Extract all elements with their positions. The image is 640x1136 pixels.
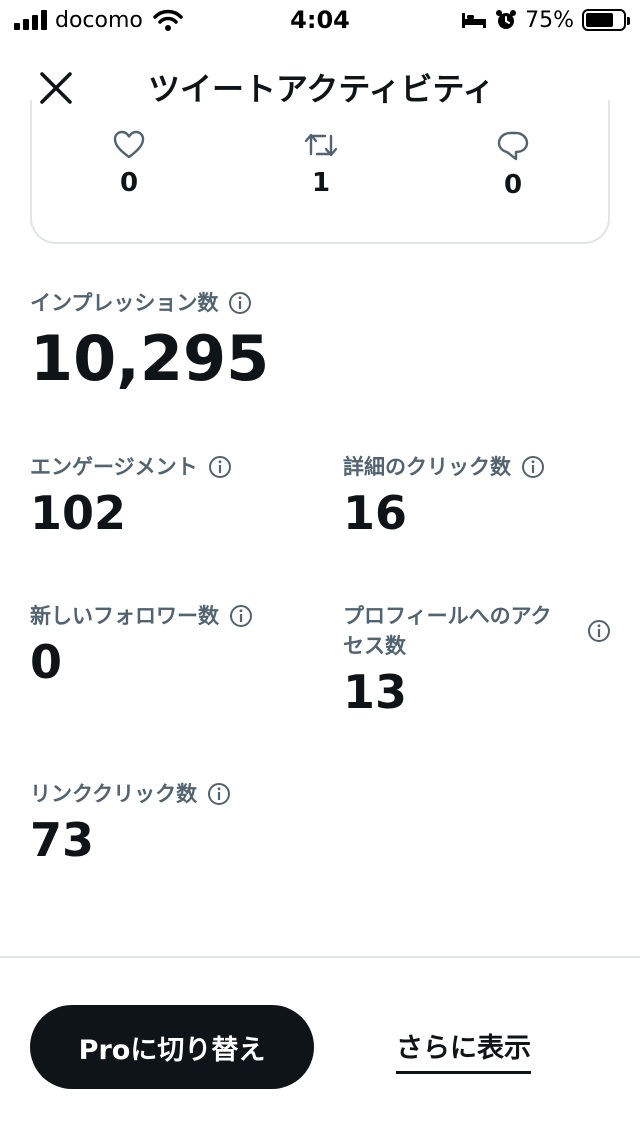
link-clicks-stat: リンククリック数 73 bbox=[30, 779, 231, 863]
info-icon[interactable] bbox=[207, 782, 231, 806]
engagements-label-row: エンゲージメント bbox=[30, 452, 232, 482]
alarm-icon bbox=[496, 10, 517, 29]
new-followers-stat: 新しいフォロワー数 0 bbox=[30, 601, 253, 685]
switch-to-pro-button[interactable]: Proに切り替え bbox=[30, 1005, 314, 1089]
battery-percent: 75% bbox=[525, 7, 574, 33]
replies-metric: 0 bbox=[453, 130, 573, 200]
profile-visits-label-line2: セス数 bbox=[343, 634, 406, 658]
impressions-stat: インプレッション数 10,295 bbox=[30, 288, 269, 390]
bed-icon bbox=[462, 13, 487, 28]
profile-visits-label-row: プロフィールへのアク セス数 bbox=[343, 601, 611, 661]
link-clicks-label-row: リンククリック数 bbox=[30, 779, 231, 809]
impressions-label: インプレッション数 bbox=[30, 291, 219, 315]
retweet-icon bbox=[304, 133, 338, 157]
show-more-link[interactable]: さらに表示 bbox=[396, 1026, 531, 1074]
likes-count: 0 bbox=[119, 168, 139, 198]
status-right: 75% bbox=[461, 6, 630, 34]
battery-icon bbox=[582, 9, 630, 31]
info-icon[interactable] bbox=[208, 455, 232, 479]
retweets-metric: 1 bbox=[261, 130, 381, 198]
footer-divider bbox=[0, 956, 640, 958]
profile-visits-stat: プロフィールへのアク セス数 13 bbox=[343, 601, 611, 715]
profile-visits-value: 13 bbox=[343, 665, 408, 719]
link-clicks-label: リンククリック数 bbox=[30, 782, 198, 806]
detail-clicks-label-row: 詳細のクリック数 bbox=[343, 452, 545, 482]
heart-icon bbox=[113, 130, 145, 159]
engagement-card: 0 1 0 bbox=[30, 100, 610, 244]
engagements-stat: エンゲージメント 102 bbox=[30, 452, 232, 536]
retweets-count: 1 bbox=[311, 168, 331, 198]
info-icon[interactable] bbox=[587, 619, 611, 643]
status-bar: docomo 4:04 75% bbox=[0, 0, 640, 40]
info-icon[interactable] bbox=[521, 455, 545, 479]
impressions-label-row: インプレッション数 bbox=[30, 288, 269, 318]
profile-visits-label: プロフィールへのアク セス数 bbox=[343, 601, 577, 661]
engagements-value: 102 bbox=[30, 486, 127, 540]
detail-clicks-value: 16 bbox=[343, 486, 408, 540]
impressions-value: 10,295 bbox=[30, 322, 270, 395]
engagements-label: エンゲージメント bbox=[30, 455, 198, 479]
info-icon[interactable] bbox=[228, 291, 252, 315]
detail-clicks-stat: 詳細のクリック数 16 bbox=[343, 452, 545, 536]
new-followers-label: 新しいフォロワー数 bbox=[30, 604, 219, 628]
new-followers-value: 0 bbox=[30, 635, 63, 689]
replies-count: 0 bbox=[503, 170, 523, 200]
link-clicks-value: 73 bbox=[30, 813, 95, 867]
info-icon[interactable] bbox=[229, 604, 253, 628]
detail-clicks-label: 詳細のクリック数 bbox=[343, 455, 511, 479]
likes-metric: 0 bbox=[69, 130, 189, 198]
battery-fill bbox=[586, 13, 613, 27]
new-followers-label-row: 新しいフォロワー数 bbox=[30, 601, 253, 631]
profile-visits-label-line1: プロフィールへのアク bbox=[343, 604, 552, 628]
reply-icon bbox=[497, 131, 529, 161]
